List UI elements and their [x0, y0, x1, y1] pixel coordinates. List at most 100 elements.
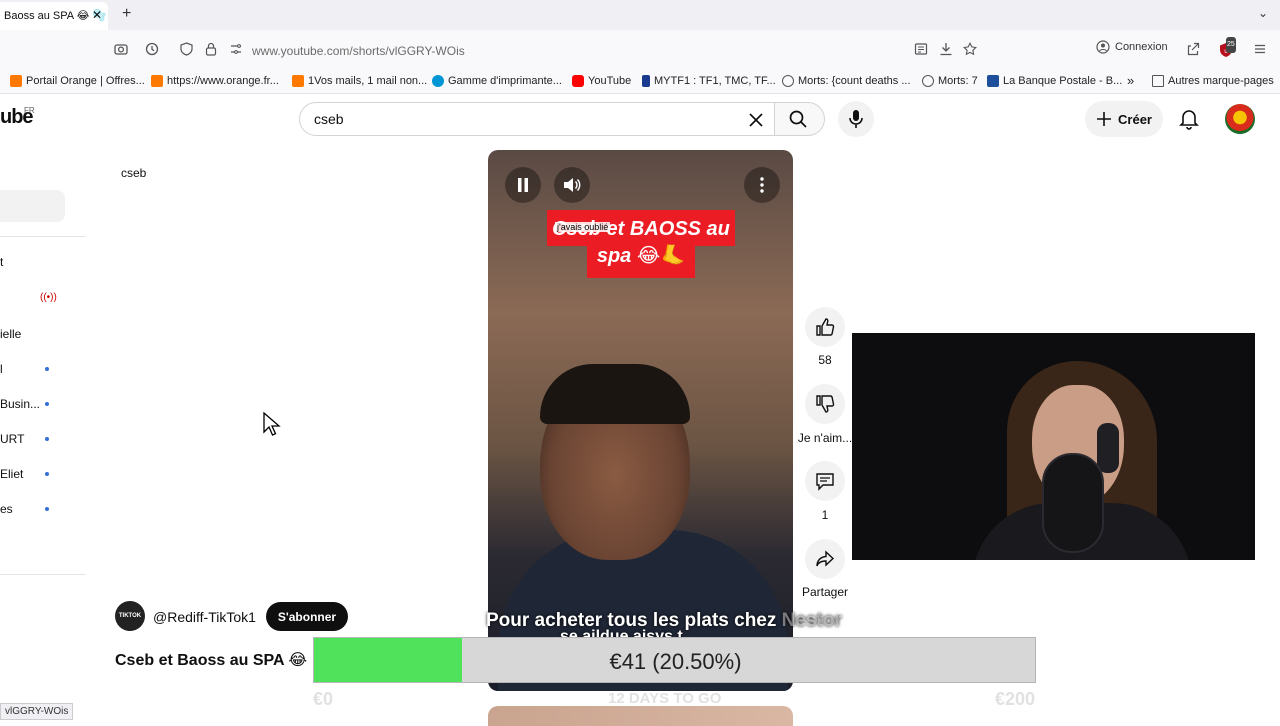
caption-sticker: j'avais oublié [555, 222, 611, 232]
search-icon [789, 110, 807, 128]
connexion-label: Connexion [1115, 41, 1168, 53]
menu-hamburger-icon[interactable] [1253, 42, 1267, 60]
donation-goal-amount: €41 (20.50%) [609, 649, 742, 674]
globe-icon [922, 75, 934, 87]
share-page-icon[interactable] [1186, 42, 1200, 60]
bookmark-star-icon[interactable] [963, 41, 977, 60]
notifications-button[interactable] [1174, 104, 1204, 134]
vertical-dots-icon [760, 177, 764, 193]
new-content-dot [45, 402, 49, 406]
bookmark-item[interactable]: Gamme d'imprimante... [432, 75, 562, 87]
voice-search-button[interactable] [838, 101, 874, 137]
sidebar-item[interactable]: l [0, 362, 3, 376]
video-caption-overlay: Cseb et BAOSS au spa 😂🦶 j'avais oublié [547, 210, 735, 278]
user-avatar[interactable] [1225, 104, 1255, 134]
youtube-region-label: FR [24, 106, 35, 115]
thumbs-down-icon [816, 395, 835, 413]
subtitle-ghost: Nestor [781, 610, 842, 631]
reader-view-icon[interactable] [914, 42, 928, 60]
channel-name[interactable]: @Rediff-TikTok1 [153, 609, 256, 625]
browser-toolbar: www.youtube.com/shorts/vlGGRY-WOis Conne… [0, 30, 1280, 70]
bookmark-item[interactable]: MYTF1 : TF1, TMC, TF... [642, 75, 776, 87]
bookmark-item[interactable]: https://www.orange.fr... [151, 75, 279, 87]
account-icon [1096, 40, 1110, 54]
sidebar-item[interactable]: Eliet [0, 467, 23, 481]
bookmark-item[interactable]: La Banque Postale - B... [987, 75, 1122, 87]
bookmark-item[interactable]: Morts: {count deaths ... [782, 75, 911, 87]
lock-icon[interactable] [205, 42, 217, 60]
sidebar-divider [0, 574, 86, 575]
pause-button[interactable] [505, 167, 541, 203]
search-history-chip[interactable]: cseb [121, 166, 146, 180]
sidebar-item[interactable]: t [0, 255, 3, 269]
new-content-dot [45, 472, 49, 476]
extension-badge: 25 [1226, 37, 1236, 53]
folder-icon [1152, 75, 1164, 87]
search-box[interactable]: cseb [299, 102, 775, 136]
create-button[interactable]: Créer [1085, 101, 1163, 137]
bookmarks-overflow-button[interactable]: » [1127, 73, 1134, 88]
address-bar[interactable]: www.youtube.com/shorts/vlGGRY-WOis [252, 44, 465, 58]
volume-button[interactable] [554, 167, 590, 203]
sidebar-item[interactable]: es [0, 502, 13, 516]
channel-avatar[interactable]: TIKTOK [115, 601, 145, 631]
bookmarks-bar: Portail Orange | Offres... https://www.o… [0, 70, 1280, 94]
bookmark-item[interactable]: Portail Orange | Offres... [10, 75, 145, 87]
subscribe-button[interactable]: S'abonner [266, 602, 348, 631]
sidebar-item[interactable]: Busin... [0, 397, 40, 411]
tf1-favicon-icon [642, 75, 650, 87]
like-count: 58 [818, 353, 832, 367]
next-short-preview[interactable] [488, 706, 793, 726]
sidebar-divider [0, 236, 86, 237]
sidebar-selected-item[interactable] [0, 190, 65, 222]
screenshot-icon[interactable] [114, 42, 128, 60]
sidebar-item[interactable]: URT [0, 432, 24, 446]
microphone-icon [849, 110, 863, 128]
orange-favicon-icon [10, 75, 22, 87]
history-icon[interactable] [145, 42, 159, 60]
studio-microphone-icon [1042, 453, 1104, 553]
sidebar-item[interactable]: ielle [0, 327, 21, 341]
like-button[interactable] [805, 307, 845, 347]
tab-title: Baoss au SPA 😂 🫧 [4, 10, 107, 22]
clear-search-icon[interactable] [748, 108, 764, 133]
orange-favicon-icon [151, 75, 163, 87]
mouse-cursor-icon [263, 412, 281, 436]
account-connexion-button[interactable]: Connexion [1096, 40, 1168, 54]
search-button[interactable] [775, 102, 825, 136]
tab-close-icon[interactable]: ✕ [92, 8, 102, 22]
create-label: Créer [1118, 111, 1152, 127]
youtube-favicon-icon [572, 75, 584, 87]
bookmark-item[interactable]: Morts: 7 [922, 75, 978, 87]
download-icon[interactable] [939, 42, 953, 60]
bookmark-item[interactable]: YouTube [572, 75, 631, 87]
dislike-label: Je n'aim... [797, 431, 853, 445]
new-content-dot [45, 437, 49, 441]
pause-icon [518, 178, 528, 192]
tab-list-chevron-icon[interactable]: ⌄ [1258, 6, 1268, 20]
banque-postale-favicon-icon [987, 75, 999, 87]
comments-button[interactable] [805, 461, 845, 501]
search-input[interactable]: cseb [314, 111, 344, 127]
share-arrow-icon [816, 550, 835, 567]
browser-tab-active[interactable]: Baoss au SPA 😂 🫧 ✕ [0, 2, 108, 30]
live-icon: ((•)) [40, 292, 57, 303]
plus-icon [1097, 112, 1112, 126]
bookmark-item[interactable]: 1Vos mails, 1 mail non... [292, 75, 427, 87]
donation-goal-bar: €41 (20.50%) [313, 637, 1036, 683]
extension-icon[interactable]: u 25 [1218, 37, 1236, 62]
comment-icon [816, 473, 834, 491]
thumbs-up-icon [816, 318, 835, 336]
other-bookmarks-folder[interactable]: Autres marque-pages [1152, 75, 1274, 87]
donation-goal-start: €0 [313, 689, 334, 709]
webcam-overlay [852, 333, 1255, 560]
donation-goal-days-left: 12 DAYS TO GO [608, 690, 722, 707]
share-button[interactable] [805, 539, 845, 579]
comment-count: 1 [821, 508, 829, 522]
shield-icon[interactable] [180, 42, 193, 60]
new-tab-button[interactable]: + [122, 5, 131, 23]
video-more-options-button[interactable] [744, 167, 780, 203]
dislike-button[interactable] [805, 384, 845, 424]
share-label: Partager [801, 585, 849, 599]
permissions-icon[interactable] [229, 42, 243, 60]
